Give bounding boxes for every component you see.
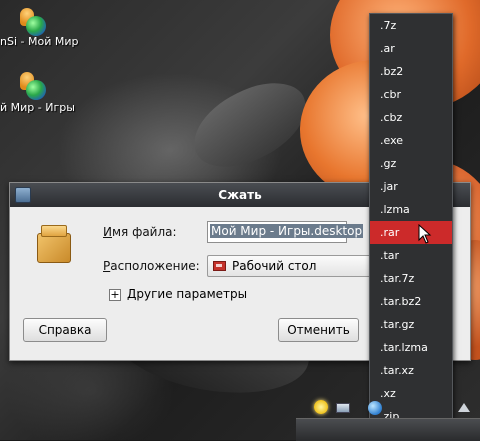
more-options-expander[interactable]: + [109, 289, 121, 301]
menu-item-cbr[interactable]: .cbr [370, 83, 452, 106]
menu-item-ar[interactable]: .ar [370, 37, 452, 60]
eject-icon[interactable] [458, 403, 470, 412]
mouse-pointer-icon [418, 224, 432, 244]
location-label: Расположение: [103, 259, 200, 273]
filename-input[interactable]: Мой Мир - Игры.desktop [207, 221, 364, 243]
browser-icon[interactable] [368, 401, 382, 415]
desktop-icon-moy-mir-igry[interactable]: й Мир - Игры [0, 72, 80, 118]
desktop-icon-label: nSi - Мой Мир [0, 35, 79, 48]
menu-item-tarlzma[interactable]: .tar.lzma [370, 336, 452, 359]
folder-icon [213, 261, 226, 271]
filename-value: Мой Мир - Игры.desktop [210, 224, 364, 238]
cancel-button[interactable]: Отменить [278, 318, 359, 342]
archive-box-icon [37, 223, 73, 265]
filename-label: Имя файла: [103, 225, 177, 239]
mail-ru-agent-icon [18, 72, 46, 100]
menu-item-rar[interactable]: .rar [370, 221, 452, 244]
menu-item-tar[interactable]: .tar [370, 244, 452, 267]
archive-format-menu: .7z .ar .bz2 .cbr .cbz .exe .gz .jar .lzma .rar .t… [369, 13, 453, 427]
network-icon[interactable] [336, 403, 350, 413]
mail-ru-agent-icon [18, 8, 46, 36]
menu-item-gz[interactable]: .gz [370, 152, 452, 175]
menu-item-tar7z[interactable]: .tar.7z [370, 267, 452, 290]
more-options-label[interactable]: Другие параметры [127, 287, 247, 301]
wallpaper-leaf [181, 71, 319, 179]
weather-icon[interactable] [314, 400, 328, 414]
menu-item-tarxz[interactable]: .tar.xz [370, 359, 452, 382]
menu-item-targz[interactable]: .tar.gz [370, 313, 452, 336]
menu-item-cbz[interactable]: .cbz [370, 106, 452, 129]
taskbar [296, 418, 480, 441]
menu-item-exe[interactable]: .exe [370, 129, 452, 152]
menu-item-lzma[interactable]: .lzma [370, 198, 452, 221]
menu-item-jar[interactable]: .jar [370, 175, 452, 198]
help-button[interactable]: Справка [23, 318, 107, 342]
system-tray [296, 400, 480, 441]
desktop-icon-moy-mir[interactable]: nSi - Мой Мир [0, 8, 78, 54]
menu-item-tarbz2[interactable]: .tar.bz2 [370, 290, 452, 313]
location-combobox[interactable]: Рабочий стол [207, 255, 377, 277]
location-value: Рабочий стол [232, 259, 317, 273]
desktop-icon-label: й Мир - Игры [0, 101, 75, 114]
menu-item-7z[interactable]: .7z [370, 14, 452, 37]
menu-item-bz2[interactable]: .bz2 [370, 60, 452, 83]
